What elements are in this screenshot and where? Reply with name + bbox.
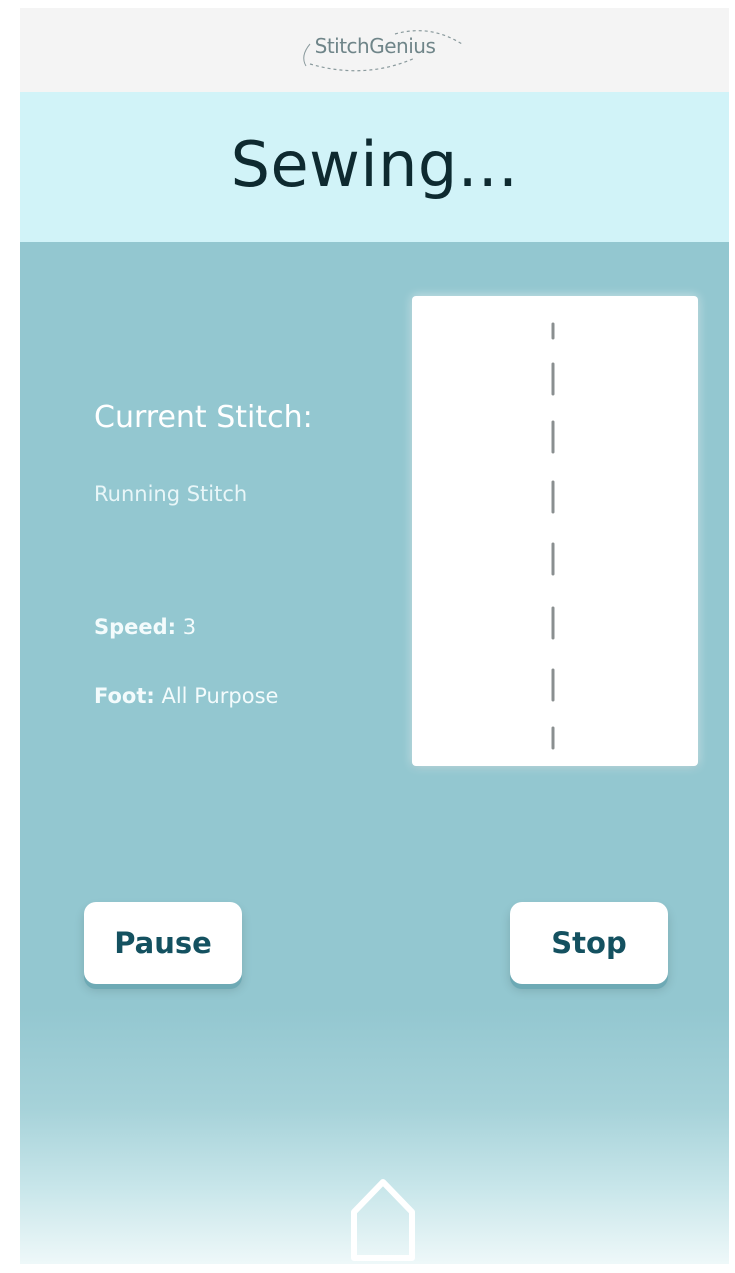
speed-label: Speed: (94, 615, 177, 639)
home-button[interactable] (348, 1174, 418, 1264)
title-bar: Sewing... (20, 92, 729, 242)
app-screen: StitchGenius Sewing... Current Stitch: R… (20, 8, 729, 1264)
home-icon (351, 1179, 415, 1261)
current-stitch-value: Running Stitch (94, 482, 248, 506)
page-title: Sewing... (230, 128, 519, 201)
app-logo: StitchGenius (270, 18, 480, 78)
speed-value: 3 (182, 615, 197, 639)
logo-bar: StitchGenius (20, 8, 729, 92)
current-stitch-label: Current Stitch: (94, 400, 313, 435)
speed-row: Speed: 3 (94, 615, 196, 639)
foot-value: All Purpose (161, 684, 279, 708)
foot-row: Foot: All Purpose (94, 684, 278, 708)
foot-label: Foot: (94, 684, 155, 708)
stop-button[interactable]: Stop (510, 902, 668, 984)
logo-text: StitchGenius (314, 34, 436, 58)
running-stitch-preview-icon (551, 322, 555, 750)
stitch-preview (412, 296, 698, 766)
pause-button[interactable]: Pause (84, 902, 242, 984)
